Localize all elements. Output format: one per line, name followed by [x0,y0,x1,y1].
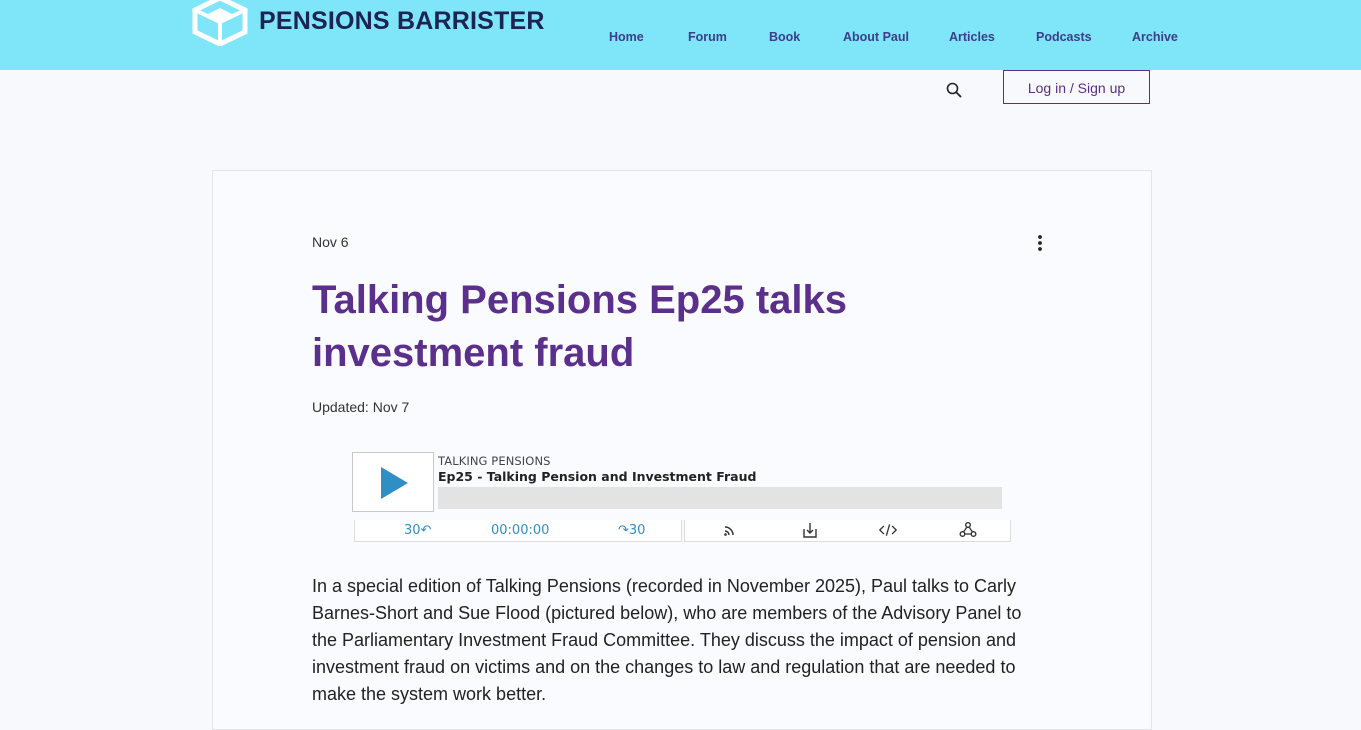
nav-articles[interactable]: Articles [949,30,995,44]
podcast-show-name: TALKING PENSIONS [438,454,551,468]
share-icon[interactable] [959,521,977,539]
nav-about-paul[interactable]: About Paul [843,30,909,44]
logo-text: PENSIONS BARRISTER [259,7,545,35]
embed-icon[interactable] [879,521,897,539]
nav-podcasts[interactable]: Podcasts [1036,30,1092,44]
post-updated-date: Updated: Nov 7 [312,399,410,415]
search-icon[interactable] [945,81,963,99]
post-date: Nov 6 [312,234,349,250]
nav-book[interactable]: Book [769,30,800,44]
nav-archive[interactable]: Archive [1132,30,1178,44]
more-options-icon[interactable] [1032,233,1048,253]
play-button[interactable] [352,452,434,512]
post-title: Talking Pensions Ep25 talks investment f… [312,278,847,375]
podcast-episode-title: Ep25 - Talking Pension and Investment Fr… [438,469,757,484]
post-body-paragraph: In a special edition of Talking Pensions… [312,576,1022,704]
skip-forward-button[interactable]: ↷30 [618,523,645,538]
login-signup-button[interactable]: Log in / Sign up [1003,70,1150,104]
skip-back-button[interactable]: 30↶ [404,523,431,538]
player-actions [684,520,1011,542]
nav-forum[interactable]: Forum [688,30,727,44]
progress-bar[interactable] [438,487,1002,509]
time-display: 00:00:00 [491,523,550,538]
site-header: PENSIONS BARRISTER Home Forum Book About… [0,0,1361,70]
podcast-player: TALKING PENSIONS Ep25 - Talking Pension … [352,452,1011,542]
download-icon[interactable] [801,521,819,539]
nav-home[interactable]: Home [609,30,644,44]
playback-controls: 30↶ 00:00:00 ↷30 [354,520,682,542]
rss-icon[interactable] [721,521,739,539]
logo-cube-icon [192,0,248,46]
play-icon [381,467,408,499]
